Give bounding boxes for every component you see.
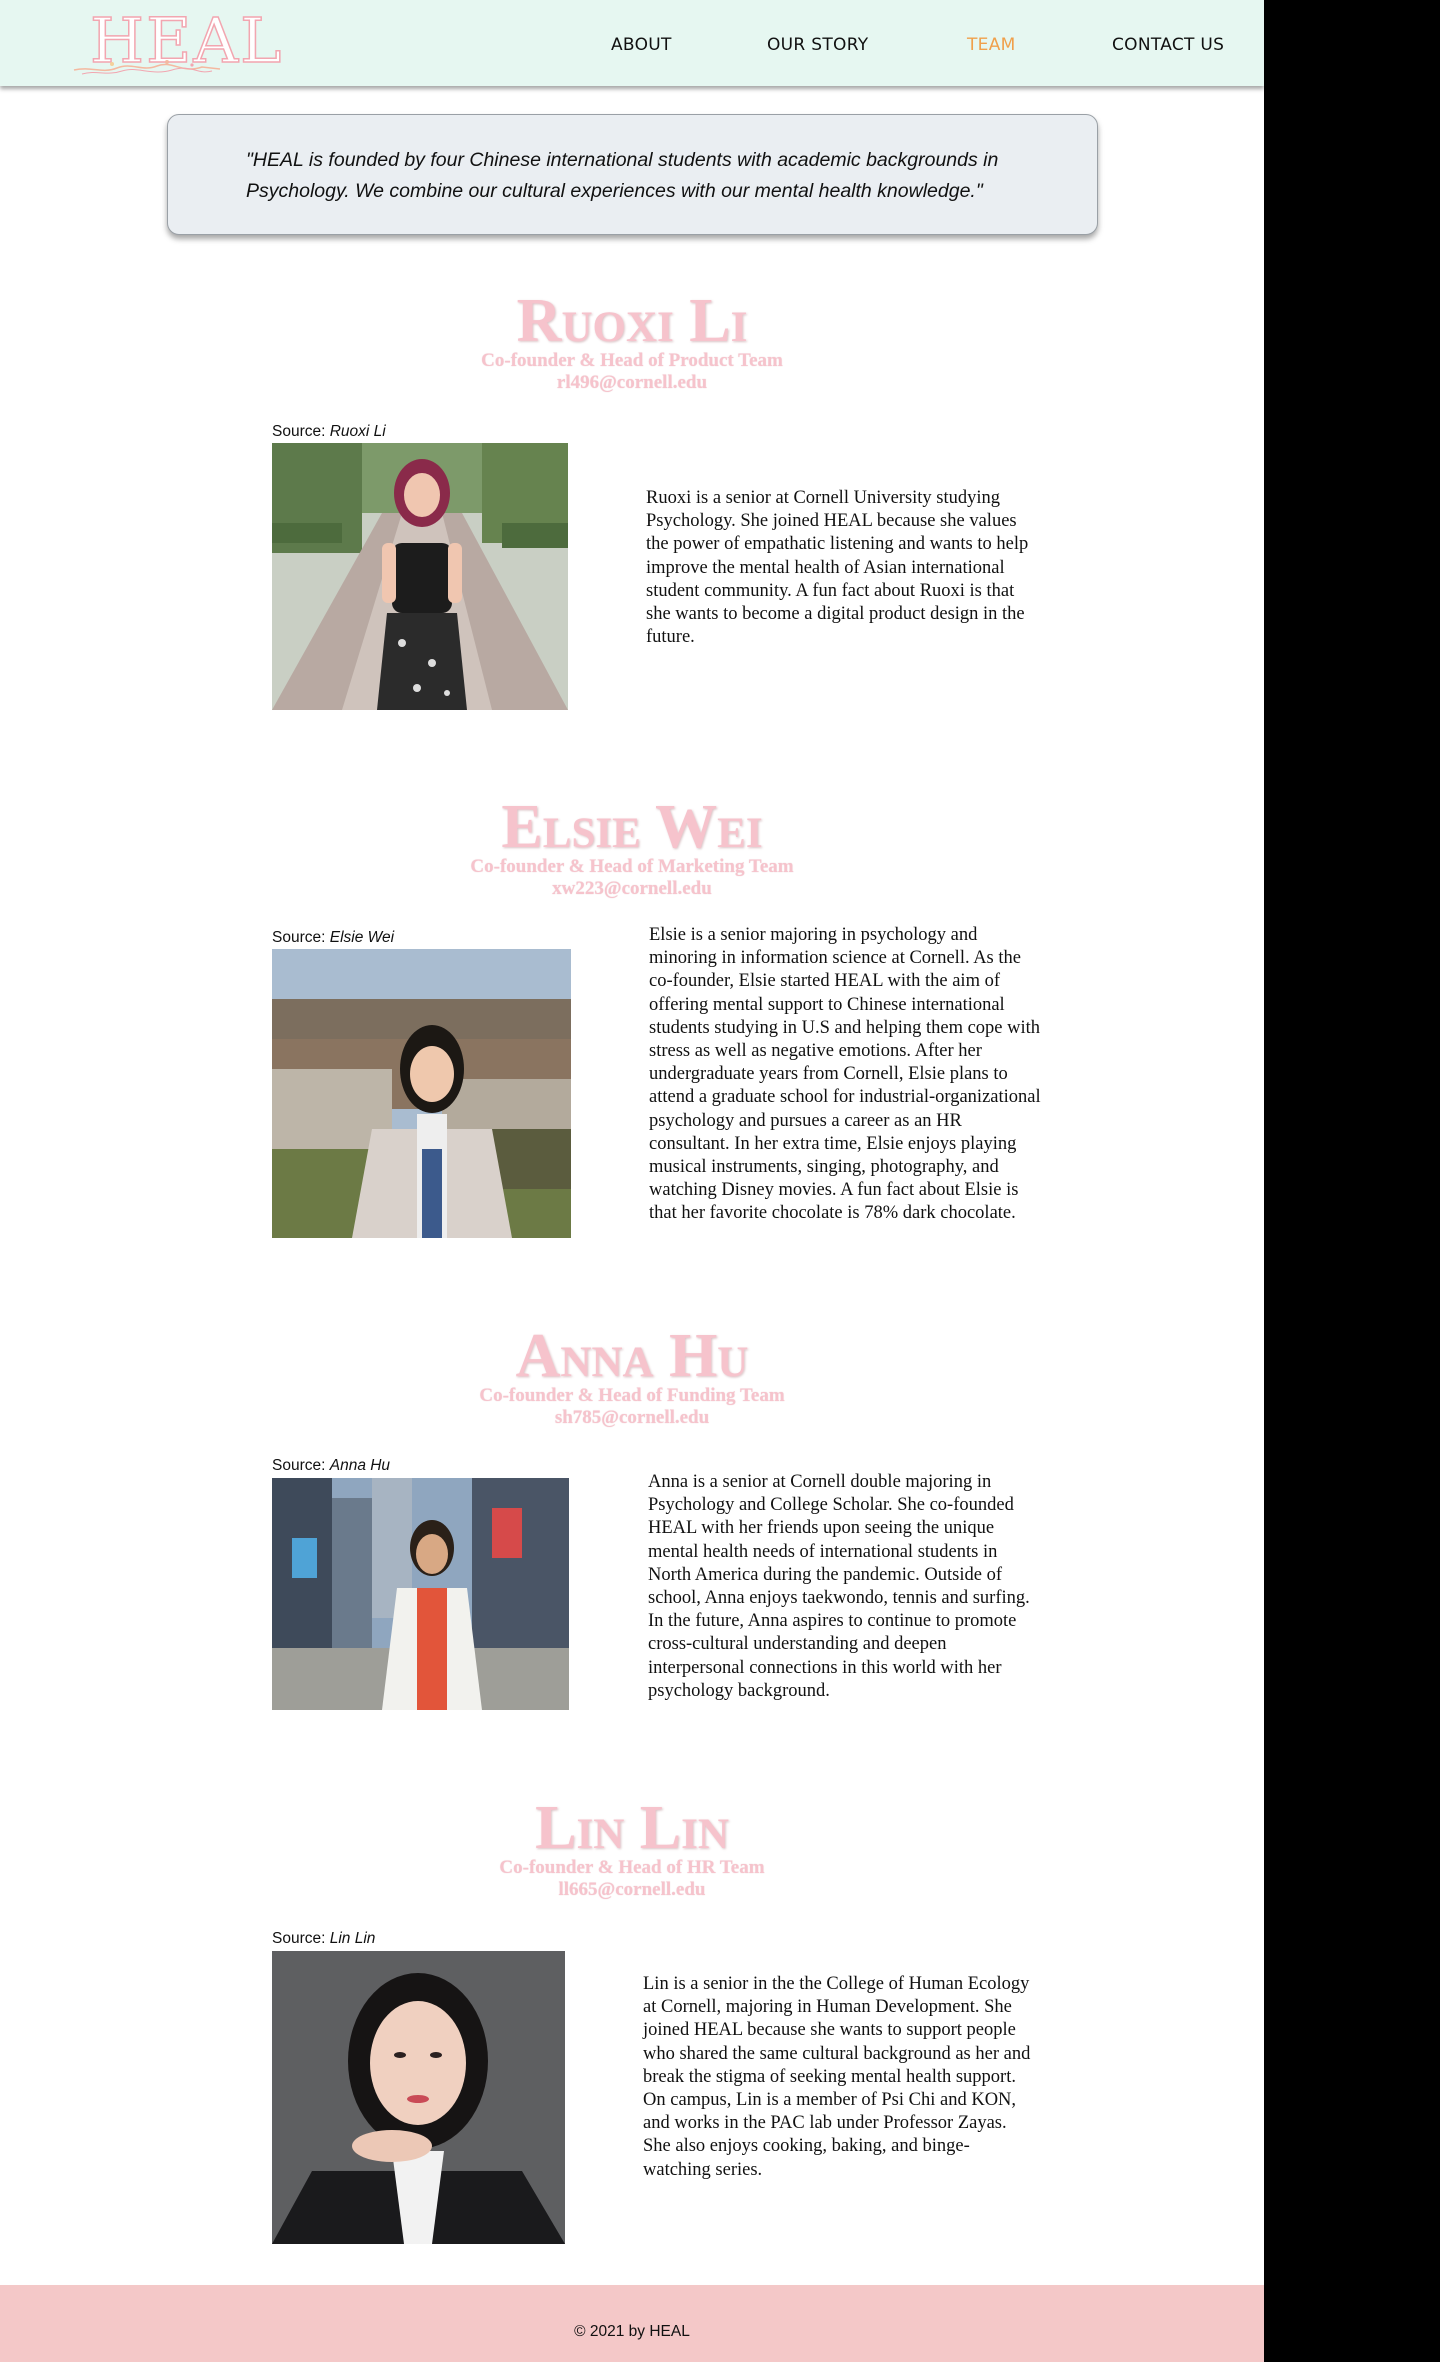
member-role: Co-founder & Head of Marketing Team <box>470 856 794 877</box>
member-name: Elsie Wei <box>501 793 763 861</box>
site-header: HEAL ABOUT OUR STORY TEAM CONTACT US <box>0 0 1264 86</box>
nav-our-story[interactable]: OUR STORY <box>767 35 868 55</box>
site-footer: © 2021 by HEAL <box>0 2285 1264 2362</box>
member-bio: Lin is a senior in the the College of Hu… <box>643 1974 1031 2180</box>
member-role: Co-founder & Head of HR Team <box>499 1857 765 1878</box>
member-role: Co-founder & Head of Funding Team <box>479 1385 785 1406</box>
right-black-margin <box>1264 0 1440 2362</box>
member-email[interactable]: sh785@cornell.edu <box>0 1407 1264 1429</box>
member-photo <box>272 1478 569 1710</box>
nav-contact-us[interactable]: CONTACT US <box>1112 35 1224 55</box>
member-name: Anna Hu <box>515 1322 749 1390</box>
member-bio: Anna is a senior at Cornell double major… <box>648 1472 1030 1701</box>
member-photo <box>272 1951 565 2244</box>
quote-box: "HEAL is founded by four Chinese interna… <box>167 114 1098 235</box>
nav-team[interactable]: TEAM <box>967 35 1016 55</box>
photo-source: Source: Anna Hu <box>272 1457 391 1474</box>
nav-about[interactable]: ABOUT <box>611 35 672 55</box>
member-name: Ruoxi Li <box>516 287 748 355</box>
photo-source: Source: Elsie Wei <box>272 929 395 946</box>
founders-quote: "HEAL is founded by four Chinese interna… <box>246 149 999 202</box>
photo-source: Source: Ruoxi Li <box>272 423 386 440</box>
copyright-text: © 2021 by HEAL <box>574 2323 690 2340</box>
member-email[interactable]: rl496@cornell.edu <box>0 372 1264 394</box>
logo-flourish-icon <box>73 60 221 75</box>
member-bio: Elsie is a senior majoring in psychology… <box>649 925 1041 1224</box>
page: HEAL ABOUT OUR STORY TEAM CONTACT US "HE… <box>0 0 1264 2362</box>
member-photo <box>272 949 571 1238</box>
member-name: Lin Lin <box>535 1794 729 1862</box>
member-email[interactable]: ll665@cornell.edu <box>0 1879 1264 1901</box>
photo-source: Source: Lin Lin <box>272 1930 376 1947</box>
member-email[interactable]: xw223@cornell.edu <box>0 878 1264 900</box>
member-bio: Ruoxi is a senior at Cornell University … <box>646 488 1029 648</box>
member-photo <box>272 443 568 710</box>
member-role: Co-founder & Head of Product Team <box>481 350 783 371</box>
heal-logo[interactable]: HEAL <box>72 4 282 82</box>
